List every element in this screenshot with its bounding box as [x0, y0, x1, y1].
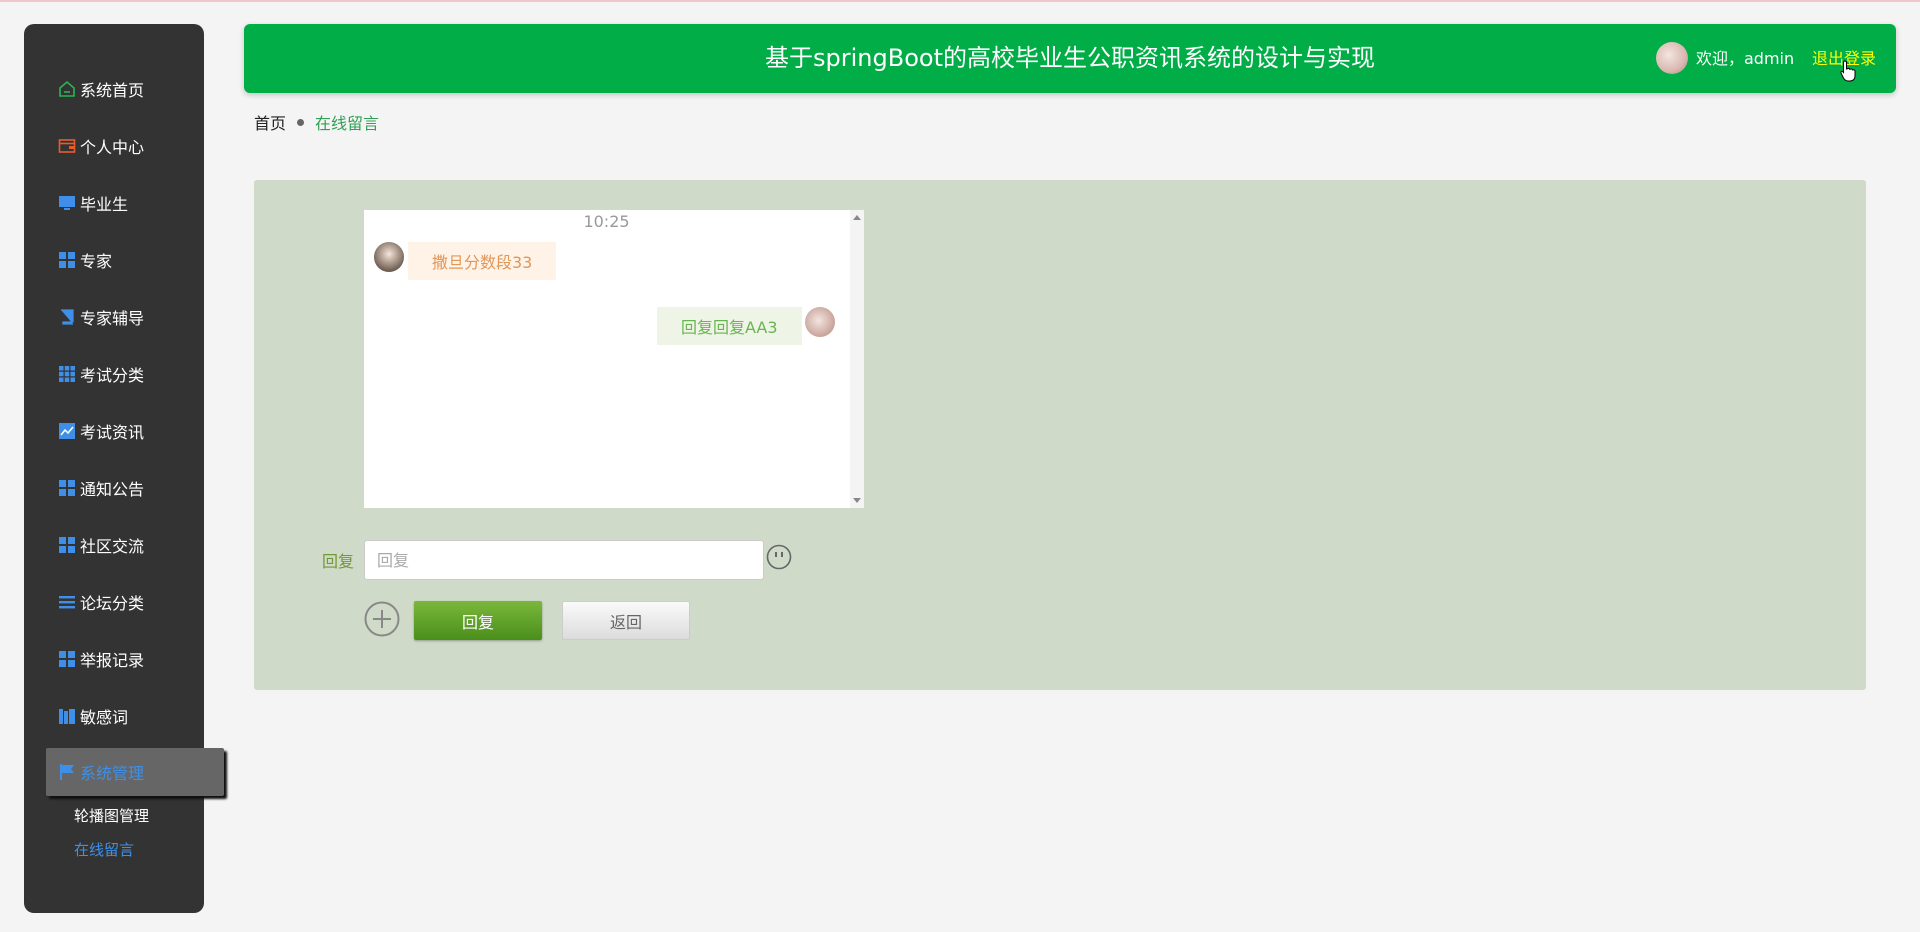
sidebar-item-profile[interactable]: 个人中心 — [24, 117, 204, 174]
sidebar-item-expert-guidance[interactable]: 专家辅导 — [24, 288, 204, 345]
header: 基于springBoot的高校毕业生公职资讯系统的设计与实现 欢迎，admin … — [244, 24, 1896, 93]
emoji-icon[interactable] — [766, 544, 792, 570]
submenu-item-online-messages[interactable]: 在线留言 — [74, 833, 149, 867]
sidebar-item-label: 毕业生 — [80, 194, 129, 214]
list-icon — [58, 593, 76, 611]
books-icon — [58, 707, 76, 725]
book-icon — [58, 308, 76, 326]
chart-icon — [58, 422, 76, 440]
grid-icon — [58, 479, 76, 497]
grid-icon — [58, 536, 76, 554]
scroll-up-icon[interactable] — [853, 215, 861, 220]
chat-box: 10:25 撒旦分数段33 回复回复AA3 — [364, 210, 864, 508]
welcome-text: 欢迎，admin — [1696, 49, 1795, 68]
chat-message-left: 撒旦分数段33 — [408, 242, 557, 280]
sidebar-item-label: 系统管理 — [80, 764, 145, 783]
add-icon[interactable] — [364, 601, 400, 637]
sidebar-item-reports[interactable]: 举报记录 — [24, 630, 204, 687]
app-title: 基于springBoot的高校毕业生公职资讯系统的设计与实现 — [765, 44, 1375, 72]
reply-label: 回复 — [322, 552, 355, 571]
sidebar-item-notices[interactable]: 通知公告 — [24, 459, 204, 516]
monitor-icon — [58, 194, 76, 212]
logout-link[interactable]: 退出登录 — [1812, 24, 1876, 93]
submenu-item-carousel[interactable]: 轮播图管理 — [74, 799, 149, 833]
chat-message-right: 回复回复AA3 — [657, 307, 802, 345]
sidebar-item-graduates[interactable]: 毕业生 — [24, 174, 204, 231]
sidebar-item-community[interactable]: 社区交流 — [24, 516, 204, 573]
sidebar-item-home[interactable]: 系统首页 — [24, 60, 204, 117]
sidebar: 系统首页 个人中心 毕业生 专家 专家辅导 考试分类 考试资讯 通知公告 社区交… — [24, 24, 224, 913]
sidebar-menu: 系统首页 个人中心 毕业生 专家 专家辅导 考试分类 考试资讯 通知公告 社区交… — [24, 60, 224, 796]
sidebar-submenu: 轮播图管理 在线留言 — [74, 799, 149, 867]
grid-icon — [58, 251, 76, 269]
sidebar-item-label: 社区交流 — [80, 536, 145, 556]
grid9-icon — [58, 365, 76, 383]
avatar — [805, 307, 835, 337]
hand-cursor-icon — [1840, 60, 1856, 82]
scroll-down-icon[interactable] — [853, 498, 861, 503]
grid-icon — [58, 650, 76, 668]
message-panel: 10:25 撒旦分数段33 回复回复AA3 回复 回复 返回 — [254, 180, 1866, 690]
chat-scrollbar[interactable] — [850, 210, 864, 508]
flag-icon — [58, 763, 76, 781]
breadcrumb: 首页 在线留言 — [254, 110, 379, 134]
sidebar-item-label: 专家 — [80, 251, 113, 271]
chat-timestamp: 10:25 — [583, 212, 630, 231]
breadcrumb-home[interactable]: 首页 — [254, 110, 286, 134]
sidebar-item-label: 系统首页 — [80, 80, 145, 100]
sidebar-item-exam-category[interactable]: 考试分类 — [24, 345, 204, 402]
reply-button[interactable]: 回复 — [414, 601, 542, 640]
home-icon — [58, 80, 76, 98]
sidebar-item-label: 专家辅导 — [80, 308, 145, 328]
sidebar-item-label: 考试分类 — [80, 365, 145, 385]
breadcrumb-current: 在线留言 — [315, 114, 380, 133]
sidebar-item-label: 敏感词 — [80, 707, 129, 727]
wallet-icon — [58, 137, 76, 155]
avatar — [374, 242, 404, 272]
breadcrumb-separator — [297, 118, 305, 126]
reply-input[interactable] — [364, 540, 764, 580]
back-button[interactable]: 返回 — [562, 601, 690, 640]
sidebar-item-label: 通知公告 — [80, 479, 145, 499]
sidebar-item-experts[interactable]: 专家 — [24, 231, 204, 288]
sidebar-item-exam-news[interactable]: 考试资讯 — [24, 402, 204, 459]
sidebar-item-label: 考试资讯 — [80, 422, 145, 442]
sidebar-item-label: 论坛分类 — [80, 593, 145, 613]
sidebar-item-sensitive-words[interactable]: 敏感词 — [24, 687, 204, 744]
sidebar-item-system-management[interactable]: 系统管理 — [46, 748, 224, 796]
sidebar-item-label: 举报记录 — [80, 650, 145, 670]
avatar — [1656, 42, 1688, 74]
sidebar-item-label: 个人中心 — [80, 137, 145, 157]
sidebar-item-forum-category[interactable]: 论坛分类 — [24, 573, 204, 630]
